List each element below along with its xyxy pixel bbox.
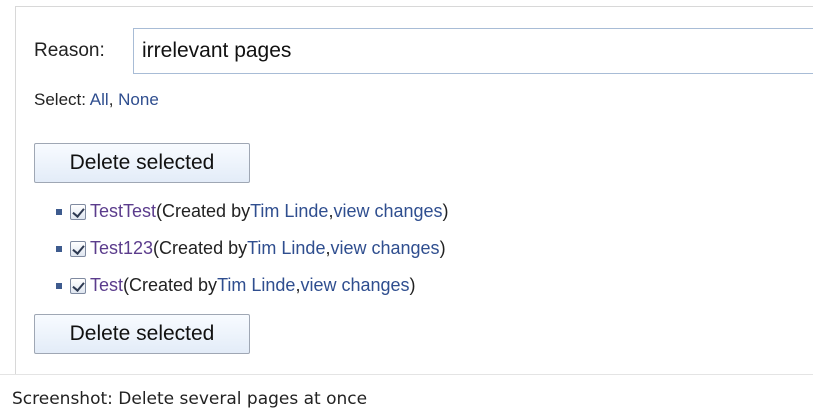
list-item: Test (Created by Tim Linde , view change…: [56, 267, 796, 304]
view-changes-link[interactable]: view changes: [333, 201, 442, 222]
select-row: Select: All, None: [34, 90, 159, 110]
view-changes-link[interactable]: view changes: [330, 238, 439, 259]
caption-bar: Screenshot: Delete several pages at once: [0, 374, 813, 417]
screenshot-caption: Screenshot: Delete several pages at once: [12, 389, 368, 409]
select-all-link[interactable]: All: [90, 90, 109, 109]
delete-selected-button-top[interactable]: Delete selected: [34, 143, 250, 183]
close-paren: ): [409, 275, 416, 295]
author-link[interactable]: Tim Linde: [250, 201, 328, 222]
view-changes-link[interactable]: view changes: [300, 275, 409, 296]
checkbox-checked-icon[interactable]: [70, 240, 86, 257]
page-title-link[interactable]: TestTest: [90, 201, 156, 222]
select-none-link[interactable]: None: [118, 90, 159, 109]
page-title-link[interactable]: Test123: [90, 238, 153, 259]
created-by-text: (Created by: [156, 201, 251, 221]
reason-row: Reason:: [34, 28, 110, 74]
author-link[interactable]: Tim Linde: [247, 238, 325, 259]
list-item: TestTest (Created by Tim Linde , view ch…: [56, 193, 796, 230]
created-by-text: (Created by: [153, 238, 248, 258]
reason-input[interactable]: [133, 28, 813, 74]
checkbox-checked-icon[interactable]: [70, 277, 86, 294]
close-paren: ): [442, 201, 449, 221]
checkbox-checked-icon[interactable]: [70, 203, 86, 220]
page-list: TestTest (Created by Tim Linde , view ch…: [56, 193, 796, 304]
close-paren: ): [439, 238, 446, 258]
square-bullet-icon: [56, 245, 62, 252]
list-item: Test123 (Created by Tim Linde , view cha…: [56, 230, 796, 267]
square-bullet-icon: [56, 208, 62, 215]
screenshot-frame: Reason: Select: All, None Delete selecte…: [0, 0, 813, 417]
square-bullet-icon: [56, 282, 62, 289]
created-by-text: (Created by: [123, 275, 218, 295]
select-prefix: Select:: [34, 90, 86, 109]
author-link[interactable]: Tim Linde: [217, 275, 295, 296]
reason-label: Reason:: [34, 40, 105, 61]
delete-selected-button-bottom[interactable]: Delete selected: [34, 314, 250, 354]
select-separator: ,: [108, 90, 114, 109]
page-title-link[interactable]: Test: [90, 275, 123, 296]
